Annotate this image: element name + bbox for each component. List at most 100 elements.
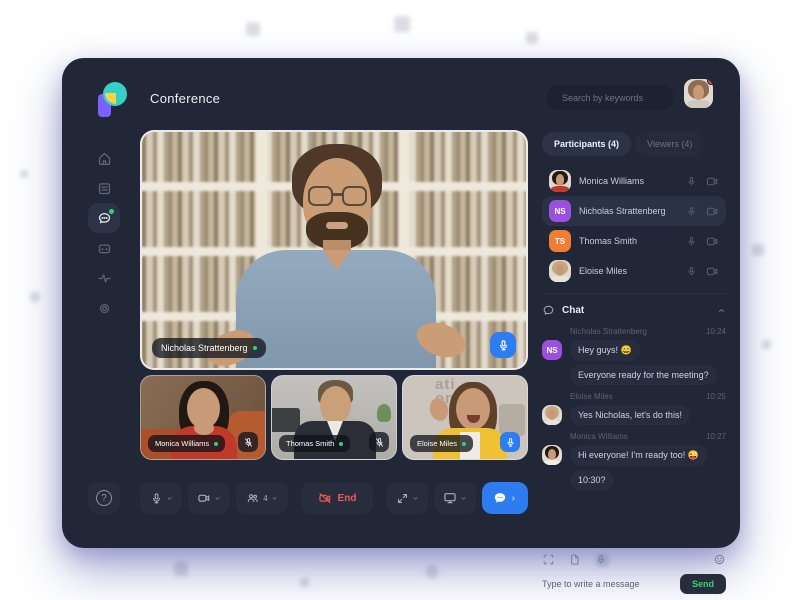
avatar-shoulders — [687, 100, 710, 108]
online-dot — [462, 442, 466, 446]
avatar — [549, 170, 571, 192]
avatar-shoulders — [544, 420, 560, 425]
speaker-glasses — [342, 186, 367, 206]
participant-name-badge: Thomas Smith — [279, 435, 350, 452]
page: Conference — [0, 0, 800, 600]
decor-square — [526, 32, 538, 44]
message-meta: Nicholas Strattenberg 10:24 — [570, 327, 726, 336]
file-attach-icon[interactable] — [569, 553, 581, 566]
chat-toggle-button[interactable] — [482, 482, 528, 514]
microphone-button[interactable] — [140, 482, 182, 514]
send-button[interactable]: Send — [680, 574, 726, 594]
sidebar-item-schedule[interactable] — [88, 173, 120, 203]
chat-title: Chat — [562, 305, 584, 316]
participant-name: Eloise Miles — [417, 439, 457, 448]
participant-row[interactable]: Eloise Miles — [542, 256, 726, 286]
chevron-down-icon[interactable] — [460, 495, 467, 502]
avatar-face — [548, 409, 556, 420]
chevron-down-icon[interactable] — [166, 495, 173, 502]
camera-icon[interactable] — [706, 206, 719, 217]
mic-muted-button[interactable] — [369, 432, 389, 452]
app-window: Conference — [62, 58, 740, 548]
mic-on-button[interactable] — [500, 432, 520, 452]
voice-message-icon[interactable] — [595, 553, 607, 566]
end-call-label: End — [338, 493, 357, 504]
search-input[interactable] — [562, 93, 679, 103]
plant — [377, 404, 391, 422]
camera-icon[interactable] — [706, 176, 719, 187]
chat-icon — [542, 304, 555, 317]
message-bubble: Yes Nicholas, let's do this! — [570, 405, 690, 425]
monitor — [271, 408, 300, 432]
fullscreen-button[interactable] — [386, 482, 428, 514]
participant-row[interactable]: NS Nicholas Strattenberg — [542, 196, 726, 226]
participant-controls — [686, 206, 719, 217]
sidebar-item-activity[interactable] — [88, 263, 120, 293]
participant-row[interactable]: Monica Williams — [542, 166, 726, 196]
chevron-up-icon[interactable] — [717, 306, 726, 315]
camera-icon[interactable] — [706, 236, 719, 247]
mic-icon[interactable] — [686, 206, 697, 217]
active-indicator-dot — [109, 209, 114, 214]
participant-controls — [686, 176, 719, 187]
avatar-shoulders — [544, 460, 560, 465]
chevron-right-icon[interactable] — [510, 495, 517, 502]
end-call-button[interactable]: End — [301, 482, 373, 514]
mic-off-icon — [243, 437, 254, 448]
camera-icon[interactable] — [706, 266, 719, 277]
participants-button[interactable]: 4 — [236, 482, 288, 514]
avatar-shoulders — [551, 276, 569, 282]
participants-count: 4 — [263, 494, 267, 503]
message-bubble: Hey guys! 😄 — [570, 340, 640, 361]
notification-dot — [707, 79, 713, 85]
user-avatar[interactable] — [684, 79, 713, 108]
chat-tools — [542, 545, 726, 566]
participant-name: Thomas Smith — [286, 439, 334, 448]
chevron-down-icon[interactable] — [214, 495, 221, 502]
decor-square — [20, 170, 28, 178]
help-button[interactable]: ? — [88, 482, 120, 514]
chevron-down-icon[interactable] — [271, 495, 278, 502]
video-thomas-smith[interactable]: Thomas Smith — [271, 375, 397, 460]
decor-square — [762, 340, 771, 349]
tab-participants[interactable]: Participants (4) — [542, 132, 631, 156]
message-row: Hi everyone! I'm ready too! 😜 — [542, 445, 726, 466]
speaker-mic-button[interactable] — [490, 332, 516, 358]
video-monica-williams[interactable]: Monica Williams — [140, 375, 266, 460]
participant-controls — [686, 236, 719, 247]
sidebar-item-home[interactable] — [88, 143, 120, 173]
video-eloise-miles[interactable]: ati on Eloise Miles — [402, 375, 528, 460]
avatar-initials: NS — [549, 200, 571, 222]
sidebar-item-settings[interactable] — [88, 293, 120, 323]
camera-off-icon — [318, 491, 332, 505]
camera-button[interactable] — [188, 482, 230, 514]
decor-square — [30, 292, 40, 302]
sidebar-item-conference[interactable] — [88, 203, 120, 233]
capture-icon[interactable] — [542, 553, 555, 566]
mic-off-icon — [374, 437, 385, 448]
search-bar[interactable] — [546, 85, 674, 110]
chat-header[interactable]: Chat — [542, 300, 726, 320]
app-logo[interactable] — [96, 82, 128, 118]
speaker-glasses — [308, 186, 333, 206]
participant-row[interactable]: TS Thomas Smith — [542, 226, 726, 256]
participant-name: Nicholas Strattenberg — [579, 206, 678, 216]
mic-icon[interactable] — [686, 176, 697, 187]
main-video-speaker[interactable]: Nicholas Strattenberg — [140, 130, 528, 370]
chat-messages[interactable]: Nicholas Strattenberg 10:24 NS Hey guys!… — [542, 320, 726, 545]
message-meta: Monica Williams 10:27 — [570, 432, 726, 441]
expand-icon — [396, 492, 409, 505]
call-toolbar: 4 End — [140, 482, 528, 514]
recordings-icon — [97, 241, 112, 256]
message-input[interactable] — [542, 579, 672, 589]
chevron-down-icon[interactable] — [412, 495, 419, 502]
emoji-icon[interactable] — [713, 553, 726, 566]
sidebar-item-recordings[interactable] — [88, 233, 120, 263]
message-author: Monica Williams — [570, 432, 628, 441]
screen-share-button[interactable] — [434, 482, 476, 514]
activity-icon — [97, 271, 112, 286]
mic-icon[interactable] — [686, 236, 697, 247]
mic-muted-button[interactable] — [238, 432, 258, 452]
mic-icon[interactable] — [686, 266, 697, 277]
tab-viewers[interactable]: Viewers (4) — [635, 132, 704, 156]
